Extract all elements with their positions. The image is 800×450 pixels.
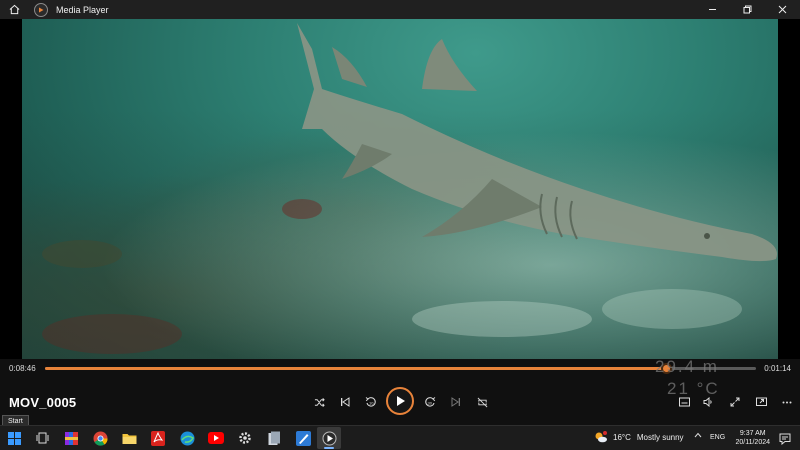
edge-icon [180,431,194,445]
miniplayer-icon [678,397,690,407]
media-player-taskbar-button[interactable] [317,427,341,449]
youtube-taskbar-button[interactable] [208,430,224,446]
winrar-icon [64,431,78,445]
language-indicator[interactable]: ENG [710,434,725,441]
close-button[interactable] [765,0,800,19]
cast-button[interactable] [750,393,772,411]
task-view-icon [36,432,48,444]
seek-progress [45,367,666,370]
volume-button[interactable] [697,393,719,411]
volume-icon [703,397,712,407]
chrome-taskbar-button[interactable] [92,430,108,446]
shuffle-icon [314,397,325,407]
acrobat-taskbar-button[interactable] [150,430,166,446]
file-explorer-taskbar-button[interactable] [121,430,137,446]
clock[interactable]: 9:37 AM 20/11/2024 [735,429,770,447]
task-view-button[interactable] [34,430,50,446]
next-icon [451,397,460,407]
files-icon [268,431,280,445]
remaining-time: 0:01:14 [764,364,791,373]
taskbar: 16°C Mostly sunny ENG 9:37 AM 20/11/2024 [0,425,800,450]
weather-condition: Mostly sunny [636,432,684,442]
notification-button[interactable] [779,432,791,446]
skip-back-10-icon: 10 [365,397,376,407]
depth-overlay: 29.4 m [655,357,719,376]
settings-taskbar-button[interactable] [237,430,253,446]
video-frame[interactable] [22,19,778,359]
edge-taskbar-button[interactable] [179,430,195,446]
elapsed-time: 0:08:46 [9,364,36,373]
paint-taskbar-button[interactable] [295,430,311,446]
media-controls-panel: 0:08:46 0:01:14 MOV_0005 29.4 m 21 °C 10 [0,357,800,425]
more-icon [782,401,792,403]
restore-icon [743,5,752,14]
media-player-icon [34,2,48,17]
partly-sunny-icon [595,431,607,443]
minimize-icon [709,9,716,10]
seek-bar[interactable] [45,363,756,374]
clock-date: 20/11/2024 [735,439,770,446]
clock-time: 9:37 AM [739,430,766,437]
play-icon [396,396,405,406]
title-bar: Media Player [0,0,800,19]
fullscreen-icon [730,397,740,407]
maximize-button[interactable] [730,0,765,19]
show-hidden-icons-button[interactable] [694,432,702,440]
skip-forward-30-icon: 30 [425,397,436,407]
file-explorer-icon [122,433,136,444]
svg-text:30: 30 [428,401,433,406]
windows-start-icon [7,431,21,445]
media-player-icon [322,431,336,445]
acrobat-icon [151,430,165,446]
chevron-up-icon [694,432,702,438]
skip-forward-button[interactable]: 30 [419,393,441,411]
home-button[interactable] [0,0,28,19]
files-taskbar-button[interactable] [266,430,282,446]
weather-temperature: 16°C [613,432,631,442]
chrome-icon [93,431,108,446]
youtube-icon [208,432,224,444]
notification-icon [779,433,791,446]
minimize-button[interactable] [695,0,730,19]
paint-icon [295,430,311,446]
shark-illustration [42,23,777,354]
cast-icon [755,397,767,406]
miniplayer-button[interactable] [673,393,695,411]
window-title: Media Player [56,4,109,15]
media-title: MOV_0005 [9,395,77,410]
repeat-off-icon [477,397,487,407]
svg-text:10: 10 [369,401,374,406]
repeat-button[interactable] [471,393,493,411]
settings-icon [239,432,251,444]
more-button[interactable] [776,393,798,411]
shuffle-button[interactable] [308,393,330,411]
fullscreen-button[interactable] [724,393,746,411]
next-button[interactable] [445,393,467,411]
play-button[interactable] [386,387,414,415]
home-icon [9,4,19,15]
previous-button[interactable] [334,393,356,411]
previous-icon [341,397,350,407]
winrar-taskbar-button[interactable] [63,430,79,446]
close-icon [778,5,787,14]
skip-back-button[interactable]: 10 [360,393,382,411]
start-button[interactable] [6,430,22,446]
weather-widget[interactable]: 16°C Mostly sunny [594,431,684,443]
